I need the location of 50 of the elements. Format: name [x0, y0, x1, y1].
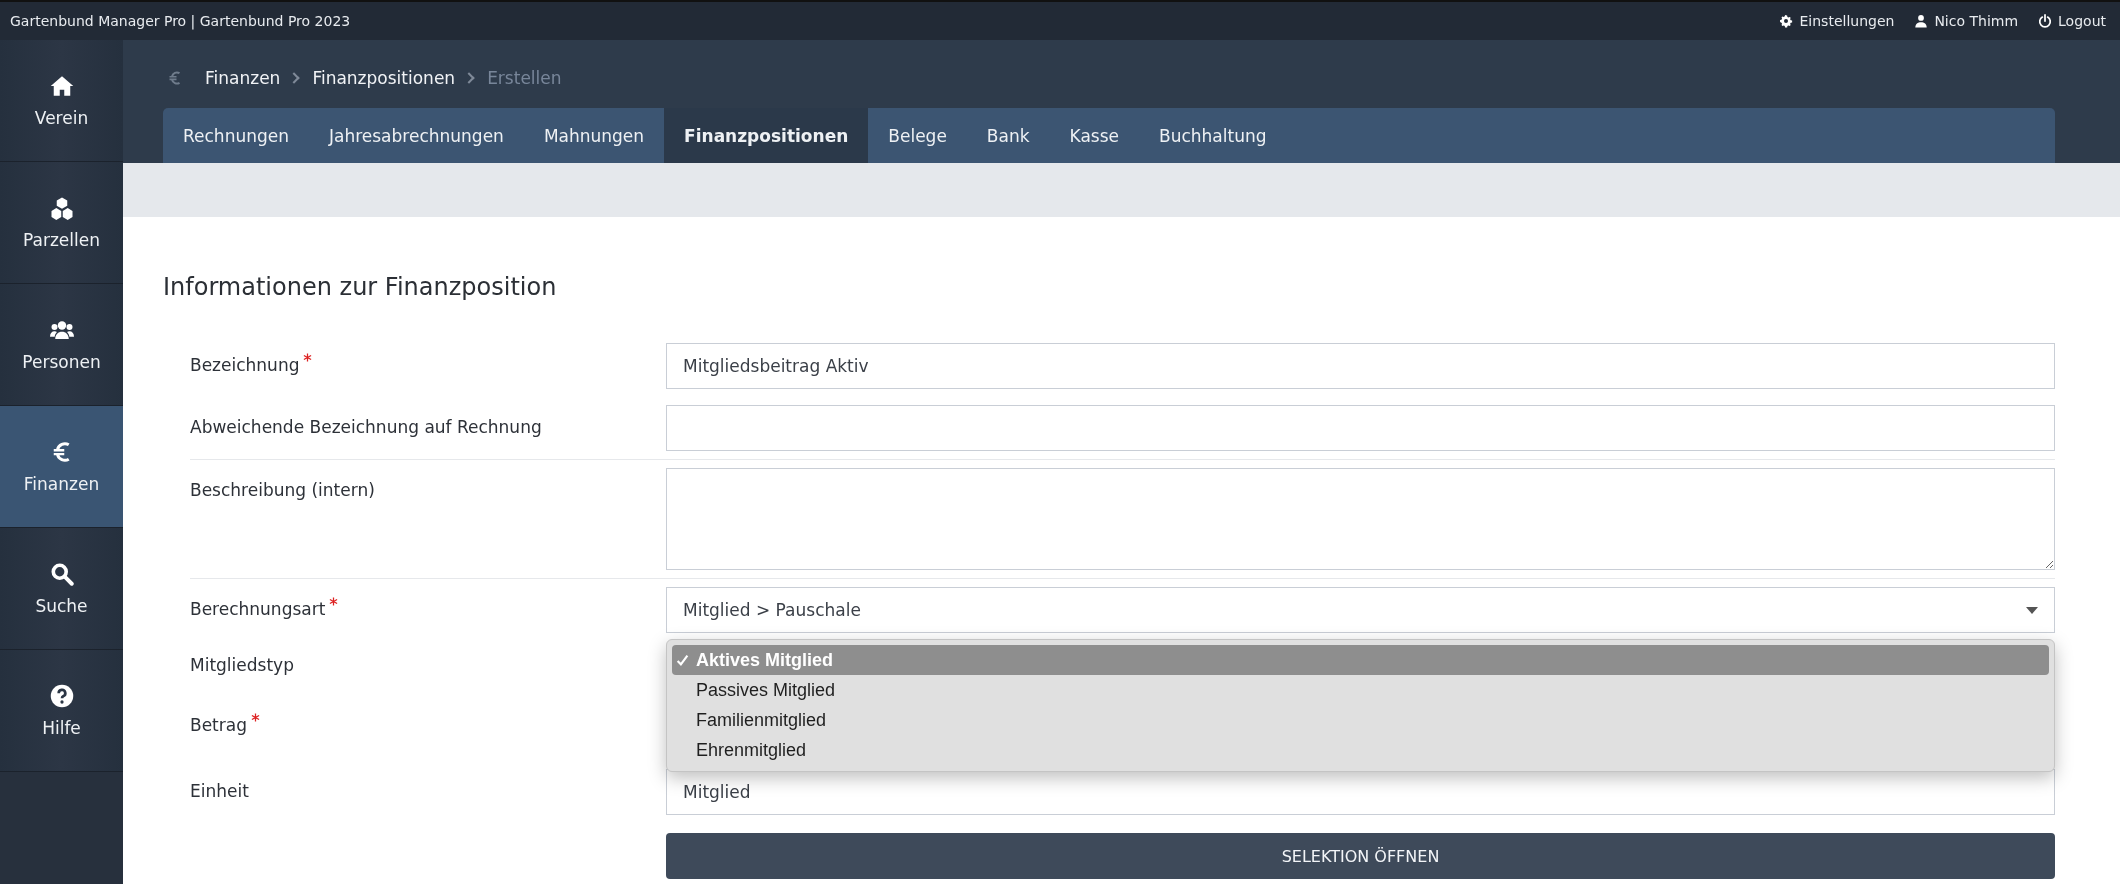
sidebar-item[interactable]: Personen — [0, 284, 123, 406]
caret-icon — [2026, 606, 2038, 614]
user-icon — [1914, 14, 1929, 28]
help-icon — [49, 683, 74, 708]
app-title: Gartenbund Manager Pro | Gartenbund Pro 2023 — [10, 13, 351, 29]
sidebar-item[interactable]: Suche — [0, 528, 123, 650]
tab[interactable]: Bank — [966, 108, 1050, 163]
user-link[interactable]: Nico Thimm — [1914, 13, 2019, 29]
gear-icon — [1779, 14, 1794, 28]
sidebar-item[interactable]: Verein — [0, 40, 123, 162]
settings-link[interactable]: Einstellungen — [1779, 13, 1895, 29]
dropdown-option[interactable]: Passives Mitglied — [672, 675, 2049, 705]
section-title: Informationen zur Finanzposition — [163, 273, 558, 301]
tab[interactable]: Rechnungen — [163, 108, 309, 163]
input-field[interactable]: Mitgliedsbeitrag Aktiv — [666, 343, 2055, 389]
sidebar-item[interactable]: Parzellen — [0, 162, 123, 284]
field-label: Betrag — [190, 715, 247, 735]
asterisk-icon — [251, 713, 260, 722]
tab[interactable]: Jahresabrechnungen — [309, 108, 524, 163]
tab[interactable]: Kasse — [1049, 108, 1139, 163]
search-icon — [49, 561, 74, 586]
field-label: Mitgliedstyp — [190, 655, 294, 675]
breadcrumb-current: Erstellen — [487, 68, 562, 88]
field-label: Beschreibung (intern) — [190, 480, 375, 500]
cubes-icon — [49, 195, 74, 220]
sidebar-item[interactable]: Hilfe — [0, 650, 123, 772]
selection-button[interactable]: SELEKTION ÖFFNEN — [666, 833, 2055, 879]
tab[interactable]: Belege — [868, 108, 967, 163]
logout-link[interactable]: Logout — [2038, 13, 2106, 29]
field-label: Einheit — [190, 781, 249, 801]
euro-icon — [167, 69, 183, 87]
field-label: Abweichende Bezeichnung auf Rechnung — [190, 417, 542, 437]
select-field[interactable]: Mitglied > Pauschale — [666, 587, 2055, 633]
input-field[interactable]: Mitglied — [666, 769, 2055, 815]
asterisk-icon — [303, 353, 313, 362]
sidebar-item[interactable]: Finanzen — [0, 406, 123, 528]
dropdown-option[interactable]: Ehrenmitglied — [672, 735, 2049, 765]
tab[interactable]: Buchhaltung — [1139, 108, 1287, 163]
breadcrumb-link[interactable]: Finanzpositionen — [312, 68, 456, 88]
dropdown-option[interactable]: Familienmitglied — [672, 705, 2049, 735]
tab[interactable]: Mahnungen — [523, 108, 665, 163]
asterisk-icon — [329, 597, 339, 606]
power-icon — [2038, 14, 2053, 28]
field-label: Bezeichnung — [190, 355, 300, 375]
input-field[interactable] — [666, 405, 2055, 451]
check-icon — [676, 653, 689, 667]
tab[interactable]: Finanzpositionen — [664, 108, 869, 163]
breadcrumb-link[interactable]: Finanzen — [205, 68, 281, 88]
field-label: Berechnungsart — [190, 599, 326, 619]
text-area[interactable] — [666, 468, 2055, 570]
